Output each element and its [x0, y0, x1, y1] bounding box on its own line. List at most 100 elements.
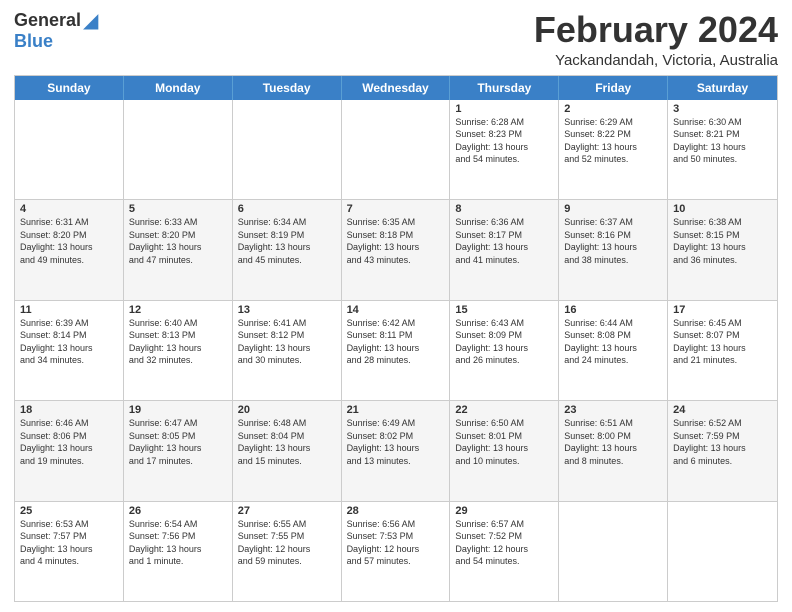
day-info: Sunrise: 6:43 AM Sunset: 8:09 PM Dayligh… — [455, 317, 553, 367]
calendar-cell — [124, 100, 233, 199]
calendar-body: 1Sunrise: 6:28 AM Sunset: 8:23 PM Daylig… — [15, 100, 777, 601]
calendar-cell: 26Sunrise: 6:54 AM Sunset: 7:56 PM Dayli… — [124, 502, 233, 601]
calendar-cell: 18Sunrise: 6:46 AM Sunset: 8:06 PM Dayli… — [15, 401, 124, 500]
calendar-cell — [342, 100, 451, 199]
day-info: Sunrise: 6:38 AM Sunset: 8:15 PM Dayligh… — [673, 216, 772, 266]
calendar-cell: 16Sunrise: 6:44 AM Sunset: 8:08 PM Dayli… — [559, 301, 668, 400]
calendar-cell: 1Sunrise: 6:28 AM Sunset: 8:23 PM Daylig… — [450, 100, 559, 199]
day-info: Sunrise: 6:47 AM Sunset: 8:05 PM Dayligh… — [129, 417, 227, 467]
logo-icon: ◢ — [83, 11, 98, 31]
day-number: 15 — [455, 304, 553, 316]
calendar-header: SundayMondayTuesdayWednesdayThursdayFrid… — [15, 76, 777, 100]
calendar-cell: 24Sunrise: 6:52 AM Sunset: 7:59 PM Dayli… — [668, 401, 777, 500]
logo-blue-text: Blue — [14, 31, 53, 51]
calendar-cell — [668, 502, 777, 601]
day-number: 24 — [673, 404, 772, 416]
calendar-cell: 27Sunrise: 6:55 AM Sunset: 7:55 PM Dayli… — [233, 502, 342, 601]
weekday-header-thursday: Thursday — [450, 76, 559, 100]
day-info: Sunrise: 6:45 AM Sunset: 8:07 PM Dayligh… — [673, 317, 772, 367]
day-number: 28 — [347, 505, 445, 517]
calendar-cell: 7Sunrise: 6:35 AM Sunset: 8:18 PM Daylig… — [342, 200, 451, 299]
day-info: Sunrise: 6:54 AM Sunset: 7:56 PM Dayligh… — [129, 518, 227, 568]
calendar-row-0: 1Sunrise: 6:28 AM Sunset: 8:23 PM Daylig… — [15, 100, 777, 199]
calendar-cell: 29Sunrise: 6:57 AM Sunset: 7:52 PM Dayli… — [450, 502, 559, 601]
weekday-header-wednesday: Wednesday — [342, 76, 451, 100]
calendar-row-4: 25Sunrise: 6:53 AM Sunset: 7:57 PM Dayli… — [15, 501, 777, 601]
calendar-cell: 15Sunrise: 6:43 AM Sunset: 8:09 PM Dayli… — [450, 301, 559, 400]
day-number: 1 — [455, 103, 553, 115]
day-number: 29 — [455, 505, 553, 517]
day-number: 3 — [673, 103, 772, 115]
month-year-title: February 2024 — [534, 10, 778, 50]
day-info: Sunrise: 6:31 AM Sunset: 8:20 PM Dayligh… — [20, 216, 118, 266]
calendar-cell: 19Sunrise: 6:47 AM Sunset: 8:05 PM Dayli… — [124, 401, 233, 500]
day-info: Sunrise: 6:42 AM Sunset: 8:11 PM Dayligh… — [347, 317, 445, 367]
day-number: 9 — [564, 203, 662, 215]
day-info: Sunrise: 6:51 AM Sunset: 8:00 PM Dayligh… — [564, 417, 662, 467]
day-number: 10 — [673, 203, 772, 215]
day-info: Sunrise: 6:50 AM Sunset: 8:01 PM Dayligh… — [455, 417, 553, 467]
day-number: 26 — [129, 505, 227, 517]
calendar-cell: 23Sunrise: 6:51 AM Sunset: 8:00 PM Dayli… — [559, 401, 668, 500]
day-info: Sunrise: 6:48 AM Sunset: 8:04 PM Dayligh… — [238, 417, 336, 467]
calendar-cell: 12Sunrise: 6:40 AM Sunset: 8:13 PM Dayli… — [124, 301, 233, 400]
logo: General ◢ Blue — [14, 10, 98, 52]
day-info: Sunrise: 6:53 AM Sunset: 7:57 PM Dayligh… — [20, 518, 118, 568]
day-number: 20 — [238, 404, 336, 416]
title-block: February 2024 Yackandandah, Victoria, Au… — [534, 10, 778, 69]
page: General ◢ Blue February 2024 Yackandanda… — [0, 0, 792, 612]
weekday-header-sunday: Sunday — [15, 76, 124, 100]
weekday-header-tuesday: Tuesday — [233, 76, 342, 100]
day-info: Sunrise: 6:39 AM Sunset: 8:14 PM Dayligh… — [20, 317, 118, 367]
weekday-header-monday: Monday — [124, 76, 233, 100]
day-number: 23 — [564, 404, 662, 416]
day-info: Sunrise: 6:44 AM Sunset: 8:08 PM Dayligh… — [564, 317, 662, 367]
day-number: 6 — [238, 203, 336, 215]
day-number: 19 — [129, 404, 227, 416]
day-info: Sunrise: 6:57 AM Sunset: 7:52 PM Dayligh… — [455, 518, 553, 568]
calendar-cell: 11Sunrise: 6:39 AM Sunset: 8:14 PM Dayli… — [15, 301, 124, 400]
weekday-header-saturday: Saturday — [668, 76, 777, 100]
day-info: Sunrise: 6:56 AM Sunset: 7:53 PM Dayligh… — [347, 518, 445, 568]
calendar-cell: 22Sunrise: 6:50 AM Sunset: 8:01 PM Dayli… — [450, 401, 559, 500]
calendar-cell: 28Sunrise: 6:56 AM Sunset: 7:53 PM Dayli… — [342, 502, 451, 601]
day-info: Sunrise: 6:52 AM Sunset: 7:59 PM Dayligh… — [673, 417, 772, 467]
calendar-cell — [233, 100, 342, 199]
header: General ◢ Blue February 2024 Yackandanda… — [14, 10, 778, 69]
day-info: Sunrise: 6:36 AM Sunset: 8:17 PM Dayligh… — [455, 216, 553, 266]
calendar-cell: 4Sunrise: 6:31 AM Sunset: 8:20 PM Daylig… — [15, 200, 124, 299]
day-number: 4 — [20, 203, 118, 215]
calendar-row-2: 11Sunrise: 6:39 AM Sunset: 8:14 PM Dayli… — [15, 300, 777, 400]
calendar-row-1: 4Sunrise: 6:31 AM Sunset: 8:20 PM Daylig… — [15, 199, 777, 299]
calendar-cell: 2Sunrise: 6:29 AM Sunset: 8:22 PM Daylig… — [559, 100, 668, 199]
day-info: Sunrise: 6:49 AM Sunset: 8:02 PM Dayligh… — [347, 417, 445, 467]
calendar-cell: 21Sunrise: 6:49 AM Sunset: 8:02 PM Dayli… — [342, 401, 451, 500]
day-number: 7 — [347, 203, 445, 215]
calendar-cell: 3Sunrise: 6:30 AM Sunset: 8:21 PM Daylig… — [668, 100, 777, 199]
calendar-cell: 9Sunrise: 6:37 AM Sunset: 8:16 PM Daylig… — [559, 200, 668, 299]
calendar-cell — [15, 100, 124, 199]
day-number: 12 — [129, 304, 227, 316]
day-info: Sunrise: 6:41 AM Sunset: 8:12 PM Dayligh… — [238, 317, 336, 367]
day-info: Sunrise: 6:55 AM Sunset: 7:55 PM Dayligh… — [238, 518, 336, 568]
location-subtitle: Yackandandah, Victoria, Australia — [534, 52, 778, 69]
day-info: Sunrise: 6:28 AM Sunset: 8:23 PM Dayligh… — [455, 116, 553, 166]
day-number: 16 — [564, 304, 662, 316]
calendar-cell: 8Sunrise: 6:36 AM Sunset: 8:17 PM Daylig… — [450, 200, 559, 299]
calendar: SundayMondayTuesdayWednesdayThursdayFrid… — [14, 75, 778, 602]
calendar-cell: 13Sunrise: 6:41 AM Sunset: 8:12 PM Dayli… — [233, 301, 342, 400]
day-number: 27 — [238, 505, 336, 517]
day-number: 22 — [455, 404, 553, 416]
calendar-row-3: 18Sunrise: 6:46 AM Sunset: 8:06 PM Dayli… — [15, 400, 777, 500]
calendar-cell: 17Sunrise: 6:45 AM Sunset: 8:07 PM Dayli… — [668, 301, 777, 400]
day-info: Sunrise: 6:33 AM Sunset: 8:20 PM Dayligh… — [129, 216, 227, 266]
day-number: 2 — [564, 103, 662, 115]
day-number: 8 — [455, 203, 553, 215]
day-info: Sunrise: 6:37 AM Sunset: 8:16 PM Dayligh… — [564, 216, 662, 266]
day-info: Sunrise: 6:34 AM Sunset: 8:19 PM Dayligh… — [238, 216, 336, 266]
calendar-cell: 5Sunrise: 6:33 AM Sunset: 8:20 PM Daylig… — [124, 200, 233, 299]
weekday-header-friday: Friday — [559, 76, 668, 100]
calendar-cell: 6Sunrise: 6:34 AM Sunset: 8:19 PM Daylig… — [233, 200, 342, 299]
day-info: Sunrise: 6:30 AM Sunset: 8:21 PM Dayligh… — [673, 116, 772, 166]
day-number: 5 — [129, 203, 227, 215]
